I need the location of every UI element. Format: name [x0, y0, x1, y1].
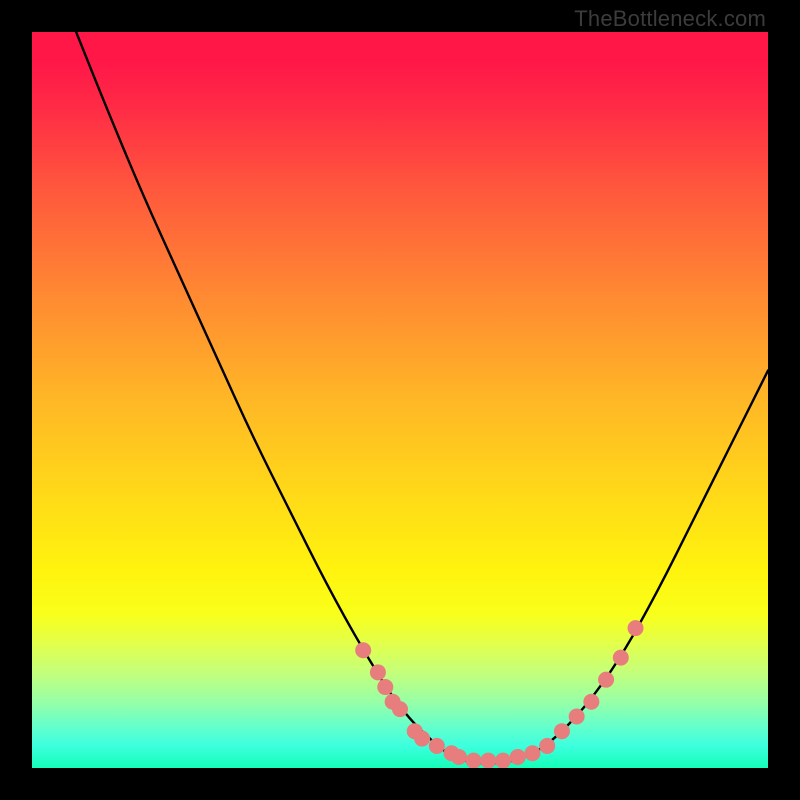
bottleneck-curve [76, 32, 768, 763]
highlight-dot [355, 642, 371, 658]
chart-svg [32, 32, 768, 768]
highlight-dot [370, 664, 386, 680]
highlight-dot [429, 738, 445, 754]
highlight-dot [598, 672, 614, 688]
watermark-text: TheBottleneck.com [574, 6, 766, 32]
chart-frame: TheBottleneck.com [0, 0, 800, 800]
highlight-dot [414, 731, 430, 747]
highlight-dot [583, 694, 599, 710]
highlight-dot [392, 701, 408, 717]
highlight-dot [569, 708, 585, 724]
highlight-dot [495, 753, 511, 768]
highlight-dot [480, 753, 496, 768]
highlight-dot [510, 749, 526, 765]
highlight-dots [355, 620, 643, 768]
plot-area [32, 32, 768, 768]
highlight-dot [524, 745, 540, 761]
highlight-dot [539, 738, 555, 754]
highlight-dot [377, 679, 393, 695]
highlight-dot [466, 753, 482, 768]
highlight-dot [628, 620, 644, 636]
highlight-dot [554, 723, 570, 739]
highlight-dot [613, 650, 629, 666]
highlight-dot [451, 749, 467, 765]
